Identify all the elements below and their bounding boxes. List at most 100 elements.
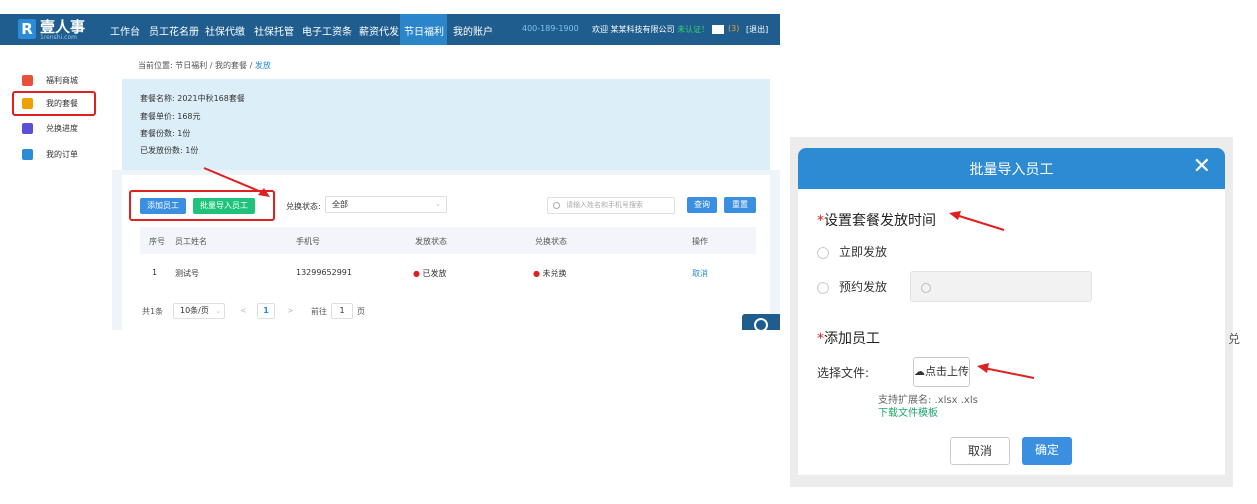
sidebar-item-label: 兑换进度 — [46, 124, 78, 133]
annotation-arrow-icon — [203, 167, 270, 197]
shop-icon — [22, 75, 33, 86]
welcome-text: 欢迎 某某科技有限公司 未认证！ — [592, 24, 709, 35]
breadcrumb: 当前位置: 节日福利 / 我的套餐 / 发放 — [138, 60, 271, 71]
prev-page-button[interactable]: < — [240, 306, 247, 315]
mail-count: (3) — [728, 24, 740, 33]
chevron-down-icon: ⌄ — [215, 307, 222, 315]
redeem-status-text: 未兑换 — [542, 269, 567, 278]
nav-item-social-custody[interactable]: 社保托管 — [254, 23, 294, 38]
dialog-header: 批量导入员工 ✕ — [798, 148, 1225, 189]
edge-cut-text: 兑 — [1228, 332, 1241, 346]
confirm-button[interactable]: 确定 — [1022, 437, 1072, 465]
sidebar-item-shop[interactable]: 福利商城 — [22, 75, 78, 86]
radio-issue-now[interactable]: 立即发放 — [817, 243, 887, 260]
logo-subtitle: 1renshi.com — [40, 34, 77, 41]
mail-icon[interactable] — [712, 25, 724, 34]
package-count: 套餐份数: 1份 — [140, 129, 191, 138]
main-screenshot: R 壹人事 1renshi.com 工作台 员工花名册 社保代缴 社保托管 电子… — [0, 0, 780, 330]
package-unit-price: 套餐单价: 168元 — [140, 112, 201, 121]
table-header: 序号 员工姓名 手机号 发放状态 兑换状态 操作 — [140, 227, 756, 254]
schedule-time-input[interactable] — [910, 271, 1092, 302]
column-header: 兑换状态 — [535, 237, 567, 246]
page-size-value: 10条/页 — [180, 306, 209, 315]
service-phone: 400-189-1900 — [522, 24, 579, 33]
logout-link[interactable]: [退出] — [746, 24, 768, 35]
file-label: 选择文件: — [817, 366, 870, 380]
cell-name: 测试号 — [175, 269, 199, 278]
column-header: 操作 — [692, 237, 708, 246]
upload-label: 点击上传 — [925, 365, 969, 378]
required-star: * — [817, 213, 824, 229]
annotation-arrow-icon — [949, 211, 1005, 231]
redeem-status-label: 兑换状态: — [286, 202, 321, 211]
floating-help-button[interactable] — [742, 314, 780, 330]
section-schedule-label: 设置套餐发放时间 — [824, 213, 936, 229]
radio-button[interactable] — [817, 246, 829, 259]
unverified-badge[interactable]: 未认证！ — [677, 25, 709, 34]
company-name: 某某科技有限公司 — [610, 25, 675, 34]
cell-redeem-status: ● 未兑换 — [533, 268, 567, 279]
logo-mark-icon: R — [18, 19, 36, 39]
upload-button[interactable]: ☁点击上传 — [913, 357, 970, 387]
nav-item-my-account[interactable]: 我的账户 — [453, 23, 493, 38]
column-header: 员工姓名 — [175, 237, 207, 246]
breadcrumb-prefix: 当前位置: — [138, 61, 173, 70]
goto-page-input[interactable]: 1 — [331, 303, 353, 319]
order-icon — [22, 149, 33, 160]
breadcrumb-separator: / — [209, 61, 213, 70]
nav-item-payslip[interactable]: 电子工资条 — [302, 23, 352, 38]
nav-item-social-security[interactable]: 社保代缴 — [205, 23, 245, 38]
column-header: 序号 — [149, 237, 165, 246]
clock-icon — [921, 283, 931, 293]
package-name: 套餐名称: 2021中秋168套餐 — [140, 94, 245, 103]
radio-button[interactable] — [817, 281, 829, 294]
search-icon — [553, 202, 560, 209]
radio-issue-scheduled[interactable]: 预约发放 — [817, 278, 887, 295]
total-count: 共1条 — [142, 307, 164, 316]
sidebar-item-redeem-progress[interactable]: 兑换进度 — [22, 123, 78, 134]
sidebar-item-my-orders[interactable]: 我的订单 — [22, 149, 78, 160]
radio-label: 预约发放 — [839, 280, 888, 294]
search-placeholder: 请输入姓名和手机号搜索 — [566, 201, 643, 209]
query-button[interactable]: 查询 — [687, 197, 717, 213]
cell-phone: 13299652991 — [296, 268, 352, 277]
hourglass-icon — [22, 123, 33, 134]
cell-issue-status: ● 已发放 — [413, 268, 447, 279]
chevron-down-icon: ⌄ — [435, 200, 441, 208]
status-dot: ● — [533, 269, 543, 278]
column-header: 发放状态 — [415, 237, 447, 246]
top-navbar: R 壹人事 1renshi.com 工作台 员工花名册 社保代缴 社保托管 电子… — [0, 14, 780, 45]
goto-suffix: 页 — [357, 307, 365, 316]
annotation-arrow-icon — [977, 363, 1035, 379]
nav-item-roster[interactable]: 员工花名册 — [149, 23, 199, 38]
redeem-status-value: 全部 — [332, 200, 348, 209]
batch-import-dialog-screenshot: 批量导入员工 ✕ *设置套餐发放时间 立即发放 预约发放 *添加员工 选择文件:… — [790, 137, 1233, 487]
nav-item-holiday-benefits[interactable]: 节日福利 — [404, 23, 444, 38]
redeem-status-select[interactable]: 全部 ⌄ — [325, 196, 447, 213]
reset-button[interactable]: 重置 — [724, 197, 756, 213]
close-icon[interactable]: ✕ — [1193, 153, 1211, 181]
breadcrumb-separator: / — [249, 61, 253, 70]
section-add-employee-label: 添加员工 — [824, 331, 880, 347]
package-issued-count: 已发放份数: 1份 — [140, 146, 199, 155]
headset-icon — [754, 318, 768, 330]
cancel-button[interactable]: 取消 — [950, 437, 1010, 465]
batch-import-dialog: 批量导入员工 ✕ *设置套餐发放时间 立即发放 预约发放 *添加员工 选择文件:… — [798, 148, 1225, 475]
nav-item-workbench[interactable]: 工作台 — [110, 23, 140, 38]
package-info-panel: 套餐名称: 2021中秋168套餐 套餐单价: 168元 套餐份数: 1份 已发… — [122, 79, 770, 170]
sidebar-item-label: 福利商城 — [46, 76, 78, 85]
section-add-employee-title: *添加员工 — [817, 328, 880, 348]
breadcrumb-holiday[interactable]: 节日福利 — [175, 61, 207, 70]
next-page-button[interactable]: > — [287, 306, 294, 315]
download-template-link[interactable]: 下载文件模板 — [878, 404, 938, 419]
nav-item-payroll[interactable]: 薪资代发 — [359, 23, 399, 38]
annotation-box-my-package — [12, 91, 96, 116]
goto-prefix: 前往 — [311, 307, 327, 316]
page-number-current[interactable]: 1 — [257, 303, 275, 319]
search-input[interactable]: 请输入姓名和手机号搜索 — [547, 197, 675, 214]
dialog-title: 批量导入员工 — [969, 162, 1054, 178]
page-size-select[interactable]: 10条/页 ⌄ — [173, 303, 225, 319]
cancel-link[interactable]: 取消 — [692, 268, 708, 279]
status-dot: ● — [413, 269, 423, 278]
breadcrumb-my-package[interactable]: 我的套餐 — [215, 61, 247, 70]
